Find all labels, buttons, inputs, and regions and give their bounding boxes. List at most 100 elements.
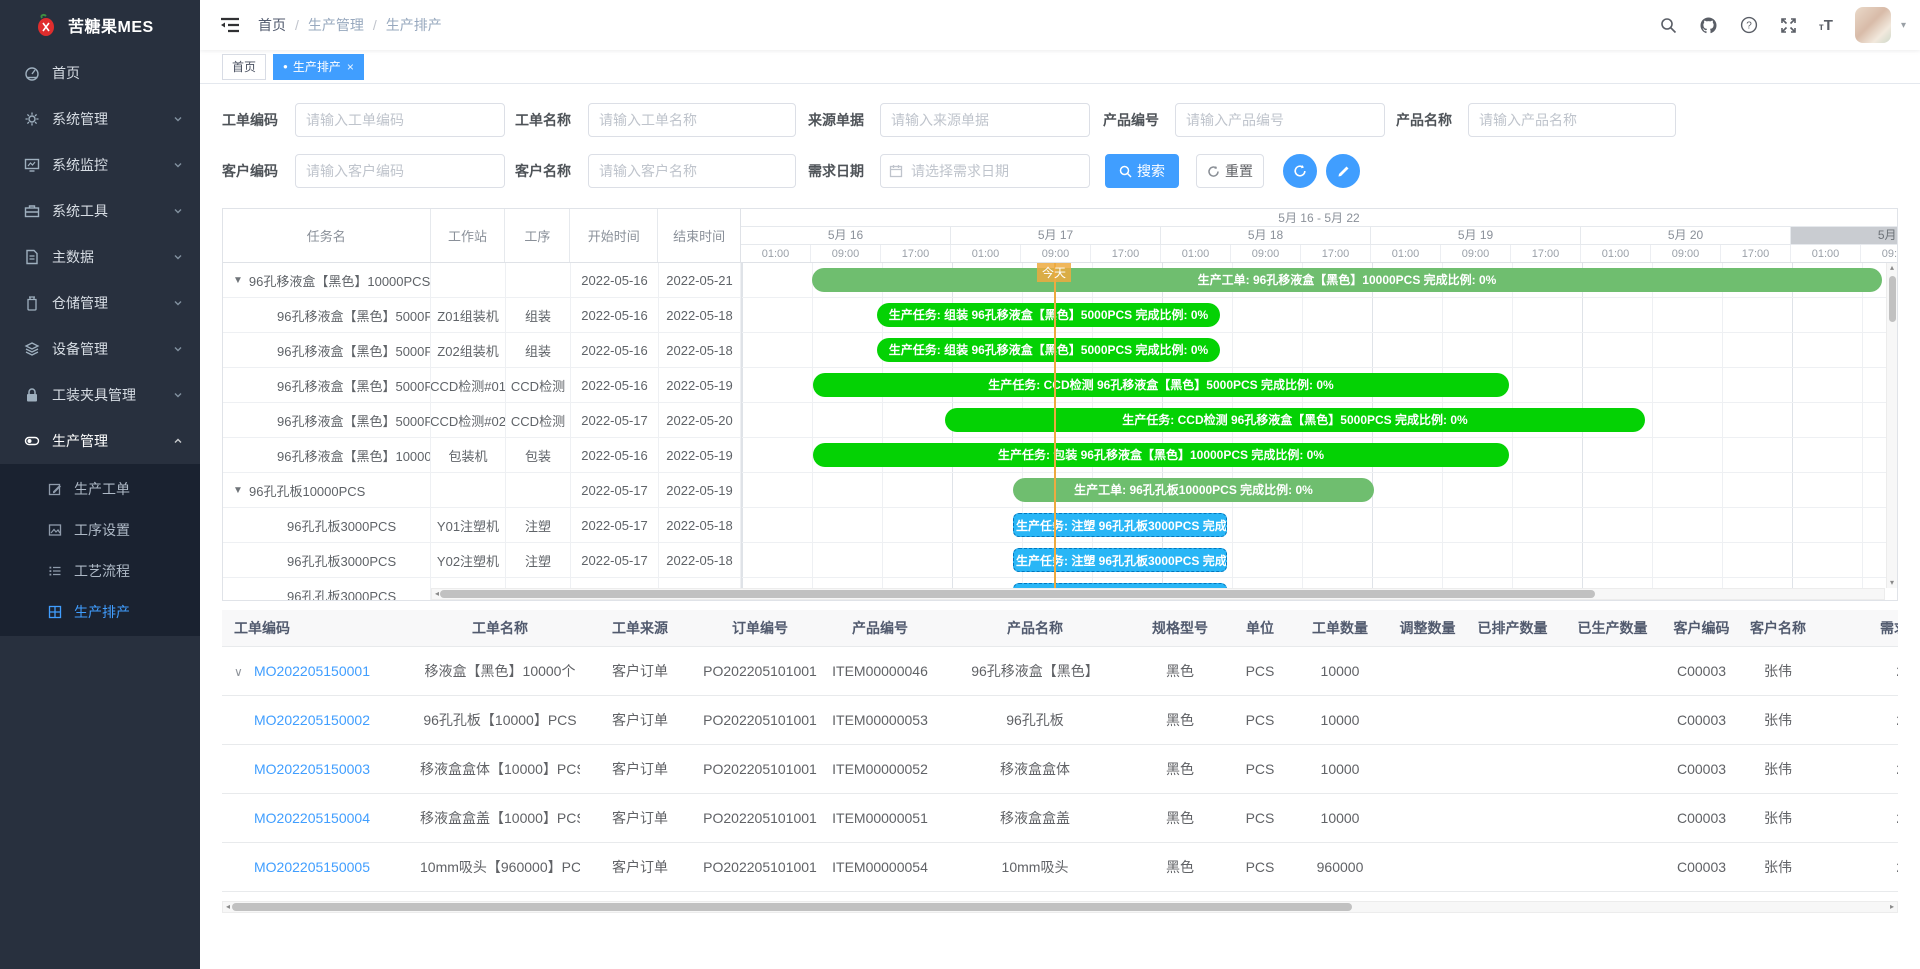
monitor-icon: [24, 157, 40, 173]
order-code-link[interactable]: MO202205150004: [254, 810, 370, 826]
order-code-link[interactable]: MO202205150002: [254, 712, 370, 728]
sidebar-item-production-mgmt[interactable]: 生产管理: [0, 418, 200, 464]
gantt-start-cell: 2022-05-16: [571, 263, 659, 297]
scroll-right-icon[interactable]: ▸: [1887, 902, 1897, 912]
refresh-icon: [1207, 165, 1220, 178]
scrollbar-thumb[interactable]: [440, 590, 1595, 598]
product-name-input[interactable]: [1468, 103, 1676, 137]
gantt-time-cell: 01:00: [1161, 245, 1231, 262]
edit-schedule-button[interactable]: [1326, 154, 1360, 188]
sidebar-item-production-scheduling[interactable]: 生产排产: [0, 591, 200, 632]
order-qty-cell: 960000: [1290, 842, 1390, 891]
gantt-end-cell: 2022-05-20: [659, 403, 741, 437]
tree-toggle-icon[interactable]: ▼: [233, 275, 243, 286]
user-avatar[interactable]: [1855, 7, 1891, 43]
order-code-link[interactable]: MO202205150005: [254, 859, 370, 875]
gantt-range-label: 5月 16 - 5月 22: [741, 209, 1897, 227]
customer-name-cell: 张伟: [1738, 695, 1818, 744]
order-code-link[interactable]: MO202205150001: [254, 663, 370, 679]
gantt-time-cell: 01:00: [1581, 245, 1651, 262]
scrollbar-thumb[interactable]: [232, 903, 1352, 911]
customer-code-input[interactable]: [295, 154, 505, 188]
adjust-qty-cell: [1390, 842, 1465, 891]
table-row: MO202205150002 96孔孔板【10000】PCS 客户订单 PO20…: [222, 695, 1898, 744]
row-expand-icon[interactable]: ∨: [234, 665, 254, 679]
gantt-workstation-cell: Z01组装机: [431, 298, 506, 332]
calendar-icon: [889, 164, 903, 178]
sidebar-item-warehouse-mgmt[interactable]: 仓储管理: [0, 280, 200, 326]
tab-close-icon[interactable]: ×: [347, 60, 354, 74]
font-size-icon[interactable]: тT: [1819, 17, 1833, 34]
gantt-bar[interactable]: 生产任务: 组装 96孔移液盒【黑色】5000PCS 完成比例: 0%: [877, 303, 1220, 327]
order-name-input[interactable]: [588, 103, 796, 137]
gantt-bar[interactable]: 生产工单: 96孔移液盒【黑色】10000PCS 完成比例: 0%: [812, 268, 1882, 292]
tree-toggle-icon[interactable]: ▼: [233, 485, 243, 496]
tab-production-scheduling[interactable]: ● 生产排产 ×: [273, 54, 364, 80]
refresh-schedule-button[interactable]: [1283, 154, 1317, 188]
product-code-input[interactable]: [1175, 103, 1385, 137]
gantt-end-cell: 2022-05-18: [659, 298, 741, 332]
unit-cell: PCS: [1230, 842, 1290, 891]
demand-date-cell: 202: [1818, 646, 1898, 695]
demand-date-input[interactable]: [880, 154, 1090, 188]
gantt-time-cell: 17:00: [1301, 245, 1371, 262]
sidebar-item-production-orders[interactable]: 生产工单: [0, 468, 200, 509]
order-code-input[interactable]: [295, 103, 505, 137]
gantt-header: 任务名 工作站 工序 开始时间 结束时间 5月 16 - 5月 22 5月 16…: [223, 209, 1897, 263]
demand-date-picker: [880, 154, 1090, 188]
sidebar-item-home[interactable]: 首页: [0, 50, 200, 96]
breadcrumb-home[interactable]: 首页: [258, 15, 286, 35]
fullscreen-icon[interactable]: [1780, 17, 1797, 34]
order-code-link[interactable]: MO202205150003: [254, 761, 370, 777]
user-menu-caret-icon[interactable]: ▾: [1901, 20, 1906, 31]
customer-name-input[interactable]: [588, 154, 796, 188]
sidebar-item-process-settings[interactable]: 工序设置: [0, 509, 200, 550]
gantt-vertical-scrollbar[interactable]: ▴ ▾: [1886, 263, 1897, 588]
search-button[interactable]: 搜索: [1105, 154, 1179, 188]
breadcrumb-production-mgmt[interactable]: 生产管理: [308, 15, 364, 35]
gantt-task-name-cell: ▼96孔孔板10000PCS: [223, 473, 431, 507]
gantt-bar[interactable]: 生产工单: 96孔孔板10000PCS 完成比例: 0%: [1013, 478, 1374, 502]
produced-qty-cell: [1560, 646, 1665, 695]
scroll-up-icon[interactable]: ▴: [1887, 263, 1897, 273]
github-icon[interactable]: [1699, 16, 1718, 35]
gantt-bar[interactable]: 生产任务: CCD检测 96孔移液盒【黑色】5000PCS 完成比例: 0%: [945, 408, 1645, 432]
spec-cell: 黑色: [1130, 695, 1230, 744]
gantt-bar[interactable]: 生产任务: 包装 96孔移液盒【黑色】10000PCS 完成比例: 0%: [813, 443, 1509, 467]
order-code-cell: ∨MO202205150001: [222, 646, 420, 695]
source-doc-input[interactable]: [880, 103, 1090, 137]
scroll-down-icon[interactable]: ▾: [1887, 578, 1897, 588]
sidebar-item-system-monitor[interactable]: 系统监控: [0, 142, 200, 188]
sidebar-item-label: 工装夹具管理: [52, 385, 172, 405]
reset-button[interactable]: 重置: [1196, 154, 1264, 188]
help-icon[interactable]: ?: [1740, 16, 1758, 34]
breadcrumb-production-scheduling[interactable]: 生产排产: [386, 15, 442, 35]
gantt-bar[interactable]: 生产任务: 注塑 96孔孔板3000PCS 完成比例: 0%: [1013, 548, 1227, 572]
gantt-bar[interactable]: 生产任务: CCD检测 96孔移液盒【黑色】5000PCS 完成比例: 0%: [813, 373, 1509, 397]
gantt-col-task-name: 任务名: [223, 209, 431, 262]
scrollbar-thumb[interactable]: [1889, 276, 1896, 322]
gantt-workstation-cell: CCD检测#02: [431, 403, 506, 437]
gantt-day-cell: 5月 20: [1581, 227, 1791, 244]
gantt-bar[interactable]: 生产任务: 组装 96孔移液盒【黑色】5000PCS 完成比例: 0%: [877, 338, 1220, 362]
gantt-col-start: 开始时间: [570, 209, 658, 262]
app-logo[interactable]: 苦糖果MES: [0, 0, 200, 50]
sidebar-item-fixture-mgmt[interactable]: 工装夹具管理: [0, 372, 200, 418]
sidebar-item-process-flow[interactable]: 工艺流程: [0, 550, 200, 591]
table-row: MO202205150005 10mm吸头【960000】PCS 客户订单 PO…: [222, 842, 1898, 891]
gantt-task-row: 96孔移液盒【黑色】10000PCS 包装机 包装 2022-05-16 202…: [223, 438, 741, 473]
gantt-bar[interactable]: 生产任务: 注塑 96孔孔板3000PCS 完成比例: 0%: [1013, 513, 1227, 537]
sidebar-item-system-mgmt[interactable]: 系统管理: [0, 96, 200, 142]
table-horizontal-scrollbar[interactable]: ◂ ▸: [222, 901, 1898, 913]
chevron-down-icon: [172, 159, 184, 171]
gantt-end-cell: 2022-05-18: [659, 333, 741, 367]
sidebar-item-equipment-mgmt[interactable]: 设备管理: [0, 326, 200, 372]
sidebar-item-system-tools[interactable]: 系统工具: [0, 188, 200, 234]
col-adjust-qty: 调整数量: [1390, 610, 1465, 646]
tab-home[interactable]: 首页: [222, 54, 266, 80]
gantt-horizontal-scrollbar[interactable]: ◂: [431, 588, 1885, 600]
gantt-start-cell: 2022-05-16: [571, 333, 659, 367]
search-icon[interactable]: [1660, 17, 1677, 34]
sidebar-item-master-data[interactable]: 主数据: [0, 234, 200, 280]
sidebar-collapse-icon[interactable]: [220, 16, 240, 34]
